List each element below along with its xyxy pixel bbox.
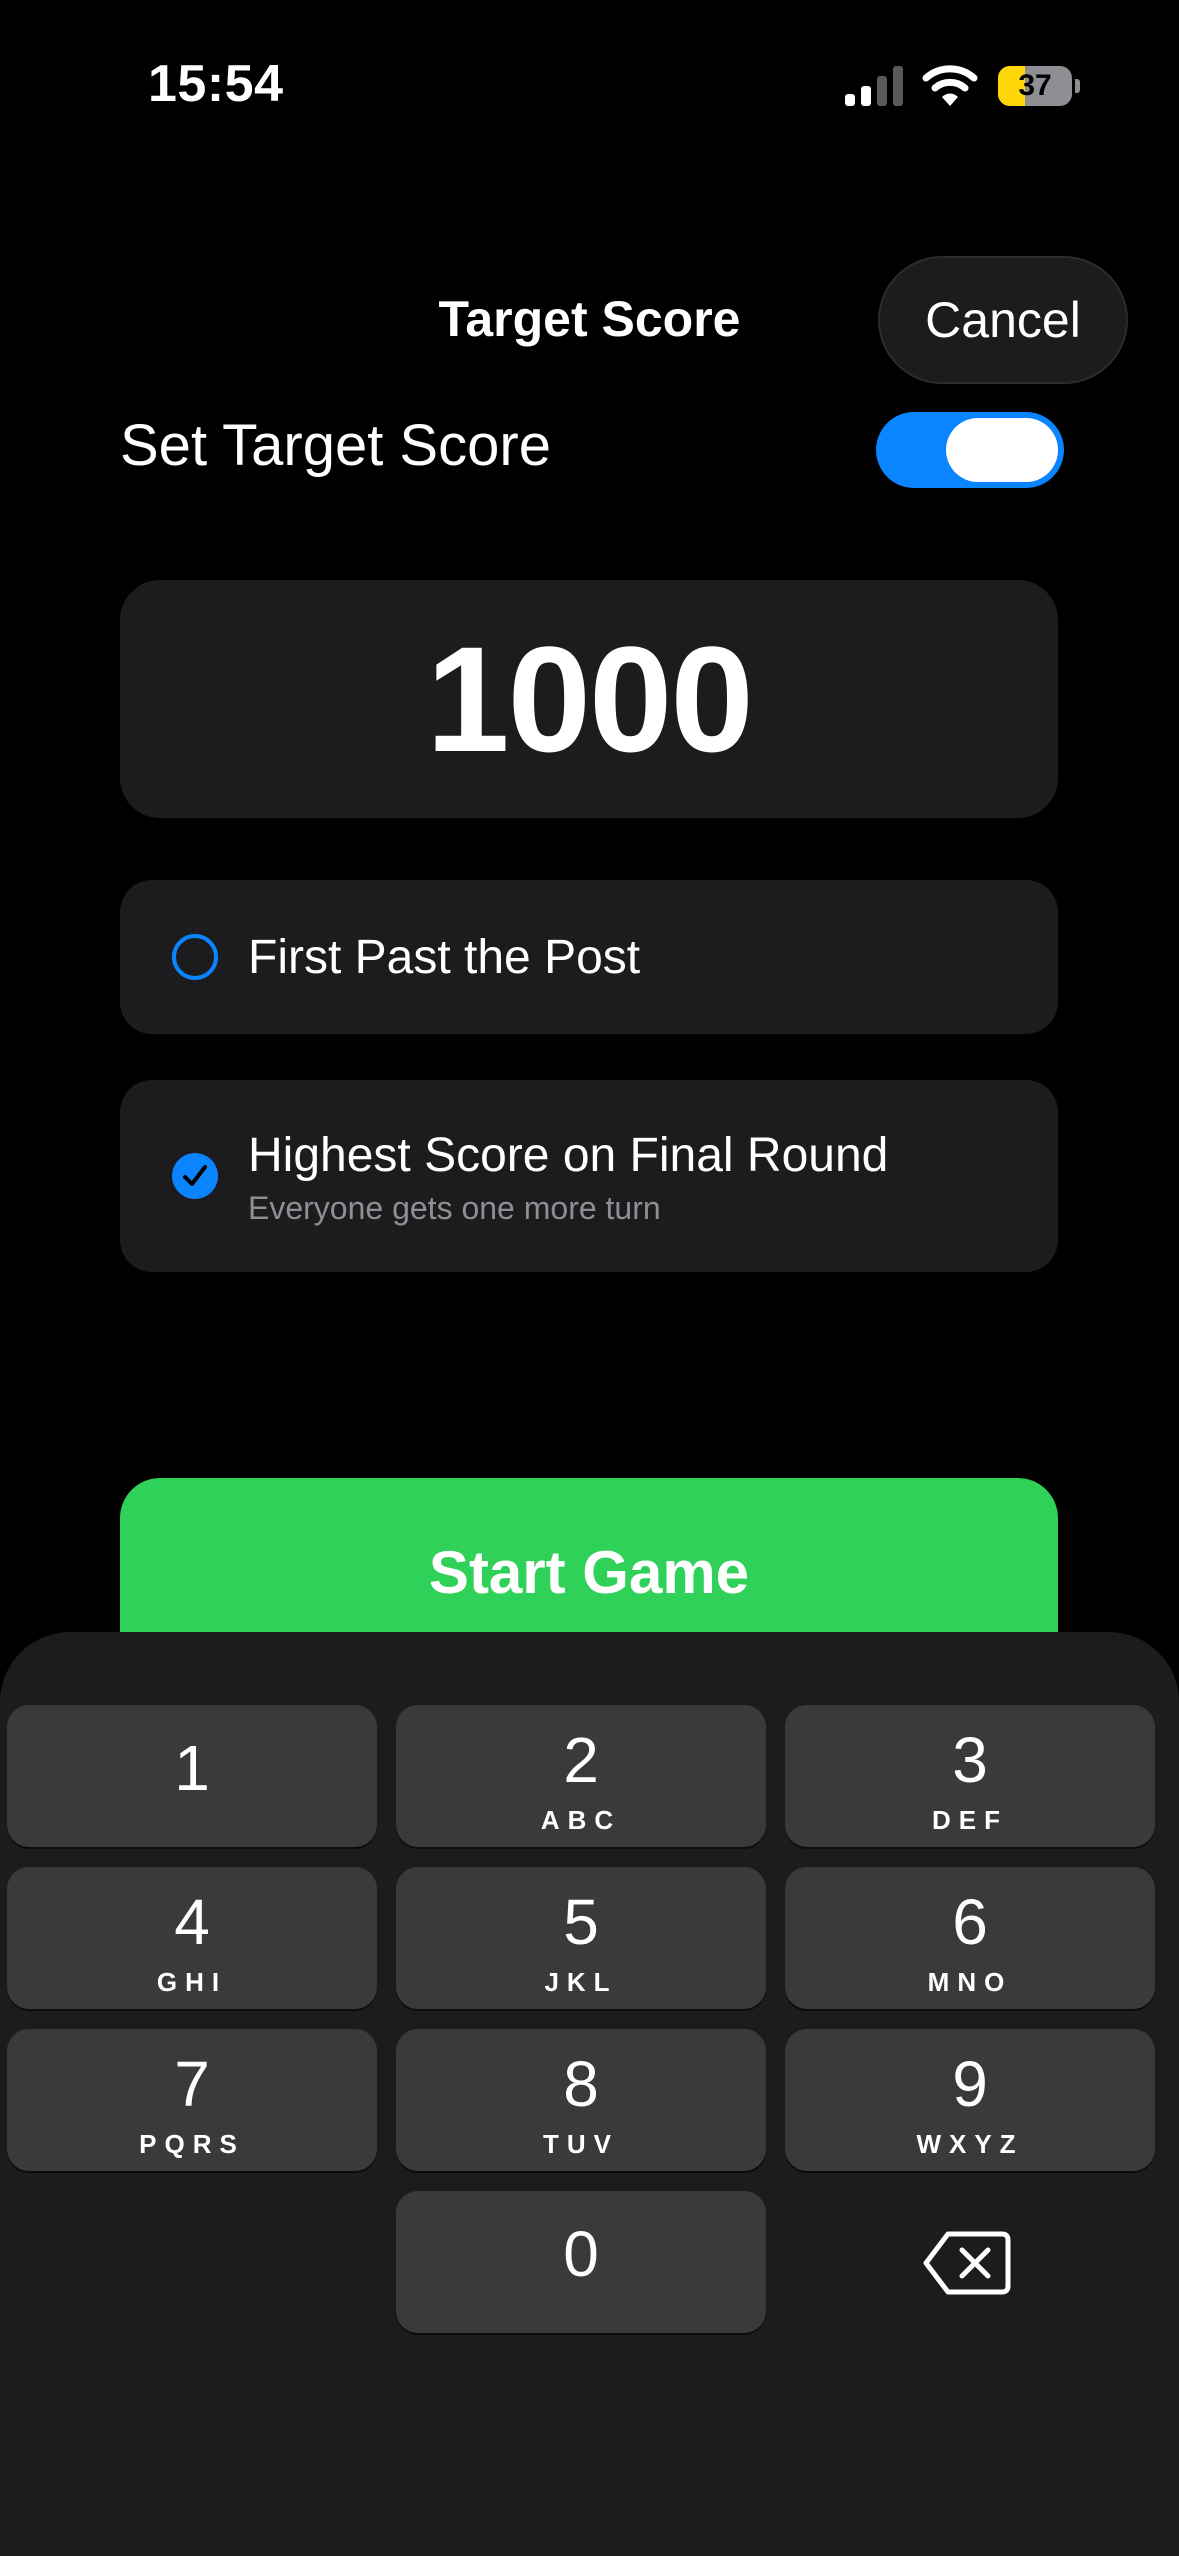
key-7[interactable]: 7 PQRS bbox=[7, 2029, 377, 2171]
key-digit: 9 bbox=[952, 2048, 988, 2120]
target-score-field[interactable]: 1000 bbox=[120, 580, 1058, 818]
key-letters: DEF bbox=[932, 1805, 1008, 1835]
toggle-knob bbox=[946, 418, 1058, 482]
set-target-score-label: Set Target Score bbox=[120, 413, 551, 478]
key-9[interactable]: 9 WXYZ bbox=[785, 2029, 1155, 2171]
key-letters: ABC bbox=[540, 1805, 622, 1835]
status-time: 15:54 bbox=[148, 55, 284, 113]
checkmark-icon bbox=[183, 1165, 207, 1186]
key-4[interactable]: 4 GHI bbox=[7, 1867, 377, 2009]
key-letters: TUV bbox=[543, 2129, 619, 2159]
key-5[interactable]: 5 JKL bbox=[396, 1867, 766, 2009]
battery-cap bbox=[1075, 79, 1080, 93]
key-digit: 4 bbox=[174, 1886, 210, 1958]
wifi-icon bbox=[922, 65, 978, 106]
set-target-score-toggle[interactable] bbox=[876, 412, 1064, 488]
key-6[interactable]: 6 MNO bbox=[785, 1867, 1155, 2009]
key-digit: 2 bbox=[563, 1724, 599, 1796]
target-score-value: 1000 bbox=[426, 615, 754, 783]
cancel-button[interactable]: Cancel bbox=[878, 256, 1128, 384]
key-digit: 6 bbox=[952, 1886, 988, 1958]
key-digit: 1 bbox=[174, 1732, 210, 1804]
battery-body: 37 bbox=[998, 66, 1072, 106]
start-game-label: Start Game bbox=[428, 1539, 750, 1606]
key-8[interactable]: 8 TUV bbox=[396, 2029, 766, 2171]
key-1[interactable]: 1 bbox=[7, 1705, 377, 1847]
battery-icon: 37 bbox=[998, 66, 1080, 106]
battery-percent: 37 bbox=[1018, 69, 1052, 102]
key-digit: 0 bbox=[563, 2218, 599, 2290]
radio-unselected-icon bbox=[172, 934, 218, 980]
key-3[interactable]: 3 DEF bbox=[785, 1705, 1155, 1847]
key-0[interactable]: 0 bbox=[396, 2191, 766, 2333]
key-digit: 3 bbox=[952, 1724, 988, 1796]
delete-backward-icon[interactable] bbox=[922, 2228, 1012, 2298]
option-title: Highest Score on Final Round bbox=[248, 1129, 889, 1182]
key-letters: JKL bbox=[544, 1967, 618, 1997]
key-digit: 8 bbox=[563, 2048, 599, 2120]
radio-checked-icon bbox=[172, 1153, 218, 1199]
option-subtitle: Everyone gets one more turn bbox=[248, 1190, 661, 1226]
key-digit: 5 bbox=[563, 1886, 599, 1958]
option-first-past-the-post[interactable]: First Past the Post bbox=[120, 880, 1058, 1034]
key-letters: GHI bbox=[156, 1967, 228, 1997]
key-2[interactable]: 2 ABC bbox=[396, 1705, 766, 1847]
key-digit: 7 bbox=[174, 2048, 210, 2120]
key-letters: PQRS bbox=[139, 2129, 245, 2159]
key-letters: MNO bbox=[927, 1967, 1013, 1997]
option-title: First Past the Post bbox=[248, 931, 641, 984]
status-bar: 15:54 37 bbox=[0, 0, 1179, 170]
key-letters: WXYZ bbox=[916, 2129, 1024, 2159]
signal-icon bbox=[845, 66, 903, 106]
option-highest-score-final-round[interactable]: Highest Score on Final Round Everyone ge… bbox=[120, 1080, 1058, 1272]
